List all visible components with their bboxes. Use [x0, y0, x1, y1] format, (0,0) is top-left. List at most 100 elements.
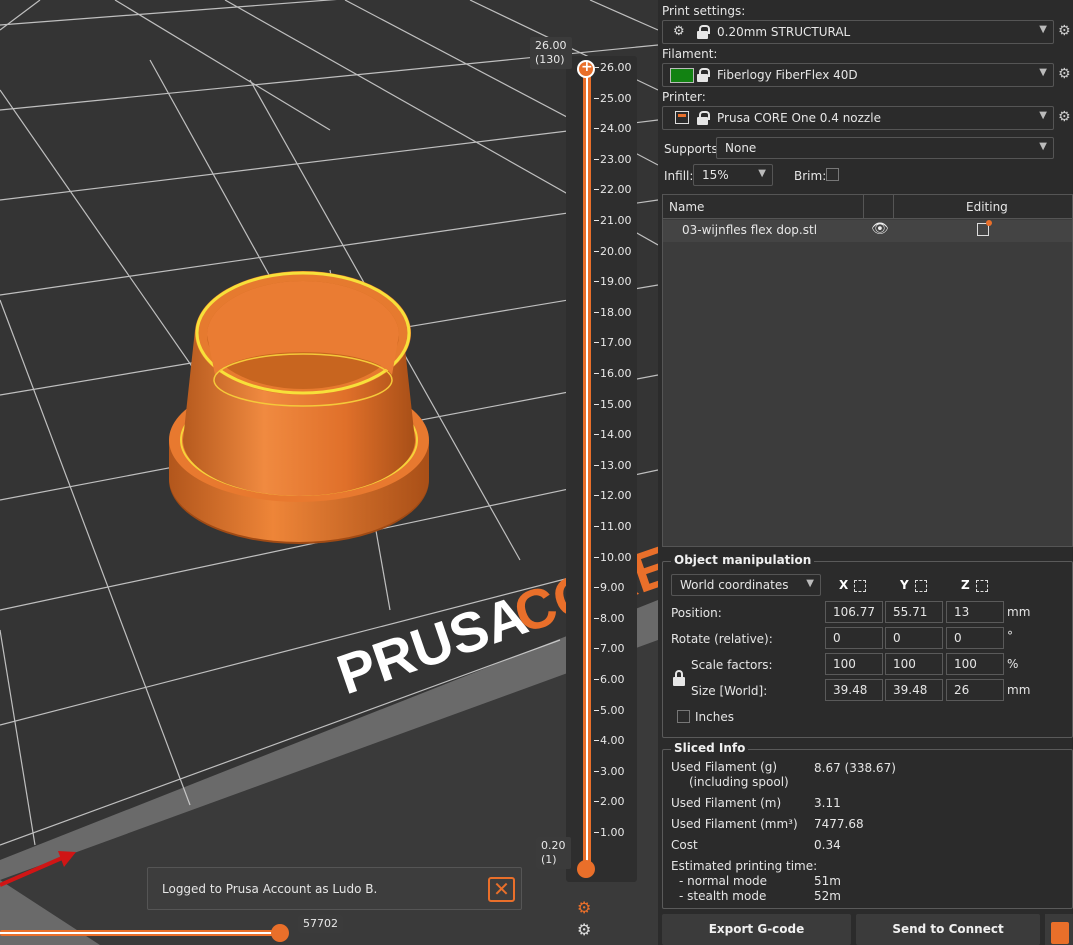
- layer-tick-label: 2.00: [594, 795, 625, 809]
- normal-mode-label: - normal mode: [679, 874, 768, 888]
- used-filament-m-value: 3.11: [814, 796, 841, 810]
- position-unit: mm: [1007, 605, 1031, 619]
- print-settings-label: Print settings:: [662, 4, 746, 18]
- filament-label: Filament:: [662, 47, 718, 61]
- scale-x-field[interactable]: 100: [825, 653, 883, 675]
- supports-label: Supports:: [664, 142, 722, 156]
- chevron-down-icon: ▼: [806, 578, 814, 589]
- rotate-x-field[interactable]: 0: [825, 627, 883, 649]
- axis-z-label: Z: [961, 578, 970, 592]
- layer-tick-label: 19.00: [594, 275, 632, 289]
- position-label: Position:: [671, 606, 722, 620]
- layer-tick-label: 10.00: [594, 550, 632, 564]
- sidebar-collapse-button[interactable]: [1045, 914, 1073, 945]
- printer-value: Prusa CORE One 0.4 nozzle: [717, 111, 881, 125]
- axis-x-label: X: [839, 578, 849, 592]
- gcode-move-slider[interactable]: [0, 924, 290, 942]
- object-row[interactable]: 03-wijnfles flex dop.stl 👁: [663, 220, 1072, 242]
- chevron-down-icon: ▼: [1039, 24, 1047, 35]
- printer-combo[interactable]: Prusa CORE One 0.4 nozzle ▼: [662, 106, 1054, 130]
- print-settings-combo[interactable]: ⚙ 0.20mm STRUCTURAL ▼: [662, 20, 1054, 44]
- drop-to-bed-y-icon[interactable]: [915, 580, 927, 592]
- used-filament-g-label: Used Filament (g): [671, 760, 778, 774]
- layer-tick-label: 13.00: [594, 458, 632, 472]
- layer-tick-label: 14.00: [594, 428, 632, 442]
- object-name: 03-wijnfles flex dop.stl: [682, 223, 818, 237]
- size-x-field[interactable]: 39.48: [825, 679, 883, 701]
- axis-y-label: Y: [900, 578, 909, 592]
- uniform-scale-lock-icon[interactable]: [673, 670, 685, 686]
- chevron-down-icon: ▼: [1039, 67, 1047, 78]
- layer-tick-label: 24.00: [594, 122, 632, 136]
- layer-tick-label: 20.00: [594, 244, 632, 258]
- layer-tick-label: 3.00: [594, 764, 625, 778]
- layer-tick-label: 8.00: [594, 611, 625, 625]
- brim-checkbox[interactable]: [826, 168, 839, 181]
- coordinate-system-value: World coordinates: [680, 578, 789, 592]
- lock-icon: [697, 68, 710, 82]
- gcode-slider-track-inner: [0, 932, 278, 934]
- supports-combo[interactable]: None ▼: [716, 137, 1054, 159]
- filament-edit-icon[interactable]: ⚙: [1058, 67, 1073, 82]
- close-icon[interactable]: ✕: [488, 877, 515, 902]
- layer-tick-label: 17.00: [594, 336, 632, 350]
- size-z-field[interactable]: 26: [946, 679, 1004, 701]
- export-gcode-button[interactable]: Export G-code: [662, 914, 851, 945]
- scale-z-field[interactable]: 100: [946, 653, 1004, 675]
- chevron-down-icon: ▼: [1039, 141, 1047, 152]
- stealth-mode-value: 52m: [814, 889, 841, 903]
- eye-icon[interactable]: 👁: [871, 221, 889, 237]
- col-name[interactable]: Name: [669, 200, 704, 214]
- rotate-z-field[interactable]: 0: [946, 627, 1004, 649]
- used-filament-g-value: 8.67 (338.67): [814, 761, 896, 775]
- scale-y-field[interactable]: 100: [885, 653, 943, 675]
- layer-bottom-value: 0.20 (1): [536, 837, 571, 869]
- chevron-down-icon: ▼: [1039, 110, 1047, 121]
- infill-label: Infill:: [664, 169, 694, 183]
- position-x-field[interactable]: 106.77: [825, 601, 883, 623]
- printer-edit-icon[interactable]: ⚙: [1058, 110, 1073, 125]
- edit-object-icon[interactable]: [977, 220, 992, 236]
- gcode-slider-thumb[interactable]: [271, 924, 289, 942]
- 3d-viewport[interactable]: PRUSA CORE 26.0025.0024.0023.0022: [0, 0, 658, 945]
- print-settings-value: 0.20mm STRUCTURAL: [717, 25, 851, 39]
- col-editing[interactable]: Editing: [966, 200, 1008, 214]
- drop-to-bed-z-icon[interactable]: [976, 580, 988, 592]
- position-y-field[interactable]: 55.71: [885, 601, 943, 623]
- filament-combo[interactable]: Fiberlogy FiberFlex 40D ▼: [662, 63, 1054, 87]
- drop-to-bed-x-icon[interactable]: [854, 580, 866, 592]
- layer-tick-label: 1.00: [594, 826, 625, 839]
- chevron-down-icon: ▼: [758, 168, 766, 179]
- size-y-field[interactable]: 39.48: [885, 679, 943, 701]
- infill-combo[interactable]: 15% ▼: [693, 164, 773, 186]
- size-label: Size [World]:: [691, 684, 768, 698]
- settings-gear-icon[interactable]: ⚙: [577, 920, 591, 939]
- scale-label: Scale factors:: [691, 658, 773, 672]
- supports-value: None: [725, 141, 757, 155]
- rotate-y-field[interactable]: 0: [885, 627, 943, 649]
- send-to-connect-button[interactable]: Send to Connect: [856, 914, 1040, 945]
- filament-value: Fiberlogy FiberFlex 40D: [717, 68, 858, 82]
- cog-edit-icon[interactable]: ⚙: [577, 898, 591, 917]
- layer-tick-label: 5.00: [594, 703, 625, 717]
- notification-message: Logged to Prusa Account as Ludo B.: [162, 882, 378, 896]
- rotate-unit: °: [1007, 629, 1013, 643]
- filament-color-swatch[interactable]: [670, 68, 694, 83]
- layer-slider[interactable]: 26.00 25.00 24.00 23.00 22.00 21.00 20.00 19.00…: [566, 56, 637, 882]
- coordinate-system-combo[interactable]: World coordinates ▼: [671, 574, 821, 596]
- printer-label: Printer:: [662, 90, 706, 104]
- object-list[interactable]: Name Editing 03-wijnfles flex dop.stl 👁: [662, 194, 1073, 547]
- model-cup[interactable]: [169, 271, 429, 544]
- position-z-field[interactable]: 13: [946, 601, 1004, 623]
- layer-tick-label: 11.00: [594, 520, 632, 533]
- bed-scene: PRUSA CORE: [0, 0, 658, 945]
- inches-label: Inches: [695, 710, 734, 724]
- inches-checkbox[interactable]: [677, 710, 690, 723]
- layer-tick-label: 21.00: [594, 214, 632, 227]
- layer-tick-label: 15.00: [594, 397, 632, 411]
- print-settings-edit-icon[interactable]: ⚙: [1058, 24, 1073, 39]
- lock-icon: [697, 25, 710, 39]
- object-manipulation-group: Object manipulation World coordinates ▼ …: [662, 553, 1073, 738]
- layer-tick-label: 16.00: [594, 367, 632, 380]
- including-spool-label: (including spool): [689, 775, 789, 789]
